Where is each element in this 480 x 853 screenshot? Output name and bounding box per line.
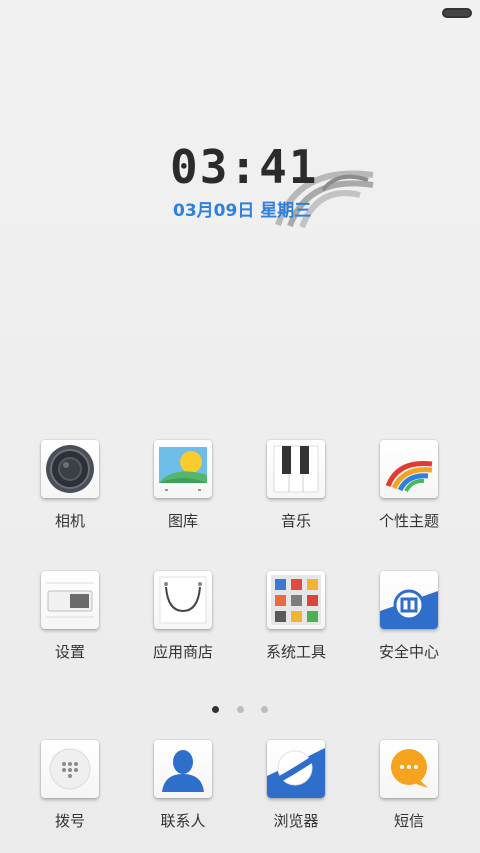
app-system-tools[interactable]: 系统工具	[246, 571, 346, 662]
app-settings[interactable]: 设置	[20, 571, 120, 662]
app-label: 图库	[167, 512, 198, 530]
dock-contacts[interactable]: 联系人	[133, 740, 233, 831]
tools-grid-icon	[271, 575, 321, 625]
app-label: 短信	[393, 812, 424, 830]
app-label: 浏览器	[273, 812, 319, 830]
clock-date: 03月09日 星期三	[173, 201, 312, 221]
shopping-bag-icon	[159, 576, 207, 624]
app-label: 安全中心	[378, 643, 439, 661]
theme-icon	[385, 460, 433, 493]
app-label: 设置	[54, 643, 85, 661]
toggle-icon	[46, 582, 94, 618]
clock-time: 03:41	[170, 140, 319, 194]
home-screen: 03:41 03月09日 星期三 相机 图库 音乐 个性主题 设置 应用商店 系…	[0, 0, 480, 853]
app-store[interactable]: 应用商店	[133, 571, 233, 662]
app-themes[interactable]: 个性主题	[359, 440, 459, 531]
dialpad-icon	[49, 748, 91, 790]
dock-messages[interactable]: 短信	[359, 740, 459, 831]
gallery-icon	[159, 447, 207, 491]
page-indicator[interactable]	[0, 698, 480, 717]
app-label: 联系人	[160, 812, 206, 830]
page-dot-3[interactable]	[260, 706, 268, 713]
shield-icon	[380, 589, 438, 629]
piano-icon	[273, 445, 319, 493]
dock-browser[interactable]: 浏览器	[246, 740, 346, 831]
contact-person-icon	[162, 750, 204, 792]
app-label: 拨号	[54, 812, 85, 830]
app-label: 系统工具	[265, 643, 326, 661]
clock-widget[interactable]: 03:41 03月09日 星期三	[160, 140, 400, 240]
app-music[interactable]: 音乐	[246, 440, 346, 531]
app-label: 相机	[54, 512, 85, 530]
camera-icon	[46, 445, 94, 493]
app-camera[interactable]: 相机	[20, 440, 120, 531]
app-label: 个性主题	[378, 512, 439, 530]
app-label: 音乐	[280, 512, 311, 530]
page-dot-1[interactable]	[212, 706, 220, 713]
battery-icon	[442, 8, 472, 18]
app-security-center[interactable]: 安全中心	[359, 571, 459, 662]
message-bubble-icon	[391, 749, 428, 788]
browser-globe-icon	[267, 748, 325, 798]
app-label: 应用商店	[152, 643, 213, 661]
dock-dialer[interactable]: 拨号	[20, 740, 120, 831]
app-gallery[interactable]: 图库	[133, 440, 233, 531]
page-dot-2[interactable]	[236, 706, 244, 713]
